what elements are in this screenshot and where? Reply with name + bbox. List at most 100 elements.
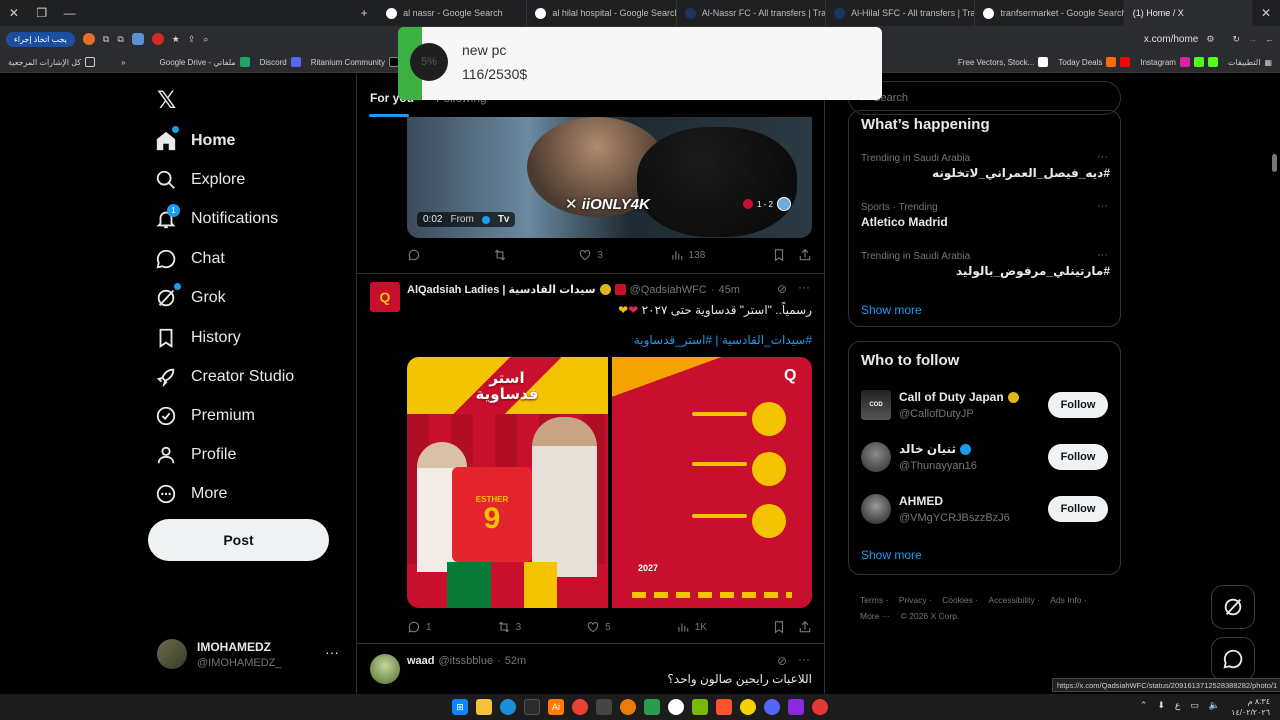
trend-more-icon[interactable]: ··· (1097, 249, 1108, 261)
post-time[interactable]: 52m (505, 655, 526, 667)
bookmark-deals[interactable]: Today Deals (1058, 57, 1131, 67)
app-icon[interactable] (524, 699, 540, 715)
nav-creator-studio[interactable]: Creator Studio (155, 363, 294, 391)
post-avatar[interactable]: Q (370, 282, 400, 312)
post-more-icon[interactable]: ··· (798, 280, 810, 294)
nav-chat[interactable]: Chat (155, 245, 225, 273)
user-avatar[interactable] (861, 442, 891, 472)
share-icon[interactable]: ⇪ (188, 34, 196, 45)
extension-icon[interactable] (151, 33, 164, 45)
bookmark-icon[interactable] (772, 620, 786, 634)
extension-icon[interactable]: ⧉ (117, 34, 123, 45)
nav-explore[interactable]: Explore (155, 166, 245, 194)
follow-button[interactable]: Follow (1048, 444, 1108, 470)
extension-icon[interactable] (131, 33, 144, 45)
tray-volume-icon[interactable]: 🔈 (1209, 700, 1220, 711)
app-icon[interactable] (740, 699, 756, 715)
user-name-row[interactable]: Call of Duty Japan (899, 390, 1019, 404)
bookmark-ritanium[interactable]: Ritanium Community (311, 57, 399, 67)
follow-button[interactable]: Follow (1048, 392, 1108, 418)
account-avatar[interactable] (157, 639, 187, 669)
like-button[interactable]: 3 (578, 248, 603, 262)
address-field[interactable]: x.com/home (1144, 34, 1198, 45)
trend-item[interactable]: Trending in Saudi Arabia #ديه_فيصل_العمر… (861, 153, 1110, 180)
follow-button[interactable]: Follow (1048, 496, 1108, 522)
share-icon[interactable] (798, 620, 812, 634)
trend-item[interactable]: Sports · Trending Atletico Madrid (861, 202, 1110, 229)
tray-language-icon[interactable]: ع (1175, 700, 1180, 711)
video-media[interactable]: ✕ iiONLY4K 0:02 From Tv 1 - 2 (407, 117, 812, 238)
post-author-name[interactable]: waad (407, 655, 435, 667)
app-icon[interactable] (812, 699, 828, 715)
browser-tab[interactable]: al nassr - Google Search (378, 0, 528, 26)
post-author-name[interactable]: AlQadsiah Ladies | سيدات القادسية (407, 283, 596, 296)
post-more-icon[interactable]: ··· (798, 652, 810, 666)
close-tab-icon[interactable]: ✕ (1252, 0, 1280, 26)
reload-icon[interactable]: ↻ (1232, 34, 1240, 45)
trend-more-icon[interactable]: ··· (1097, 200, 1108, 212)
extension-icon[interactable]: ⧉ (103, 34, 109, 45)
tray-network-icon[interactable]: ▭ (1190, 700, 1199, 711)
reply-button[interactable] (407, 248, 426, 262)
tray-app-icon[interactable]: ⬇ (1157, 700, 1165, 711)
footer-link[interactable]: More ··· (860, 611, 890, 621)
share-icon[interactable] (798, 248, 812, 262)
app-icon[interactable] (644, 699, 660, 715)
show-more-link[interactable]: Show more (861, 548, 922, 562)
nav-more[interactable]: More (155, 480, 227, 508)
discord-icon[interactable] (764, 699, 780, 715)
nvidia-icon[interactable] (692, 699, 708, 715)
zoom-icon[interactable]: ⌕ (203, 34, 208, 45)
account-menu-icon[interactable]: ··· (325, 644, 339, 660)
grok-post-icon[interactable]: ⊘ (777, 654, 787, 668)
post-image-left[interactable]: استر قدساوية ESTHER 9 (407, 357, 608, 608)
new-tab-icon[interactable]: + (350, 0, 378, 26)
calculator-icon[interactable] (596, 699, 612, 715)
reply-button[interactable]: 1 (407, 620, 432, 634)
grok-float-button[interactable] (1211, 585, 1255, 629)
bookmark-instagram[interactable]: Instagram (1140, 57, 1218, 67)
nav-premium[interactable]: Premium (155, 402, 255, 430)
browser-tab[interactable]: Al-Nassr FC - All transfers | Tra (677, 0, 827, 26)
footer-link[interactable]: Terms (860, 595, 883, 605)
user-avatar[interactable] (861, 494, 891, 524)
forward-icon[interactable]: → (1248, 34, 1257, 44)
repost-button[interactable]: 3 (497, 620, 521, 634)
footer-link[interactable]: Accessibility (988, 595, 1034, 605)
like-button[interactable]: 5 (586, 620, 611, 634)
chevron-icon[interactable]: » (121, 58, 125, 67)
edge-icon[interactable] (500, 699, 516, 715)
user-name-row[interactable]: ثنيان خالد (899, 442, 971, 456)
tray-chevron-icon[interactable]: ⌃ (1140, 700, 1148, 711)
windows-start-icon[interactable]: ⊞ (452, 699, 468, 715)
bookmark-discord[interactable]: Discord (260, 57, 301, 67)
post-avatar[interactable] (370, 654, 400, 684)
browser-tab[interactable]: Al-Hilal SFC - All transfers | Tra (826, 0, 976, 26)
app-icon[interactable] (788, 699, 804, 715)
post-hashtags[interactable]: #سيدات_القادسية | #استر_قدساوية (407, 333, 812, 347)
bookmark-star-icon[interactable]: ★ (172, 34, 180, 45)
footer-link[interactable]: Cookies (942, 595, 973, 605)
app-icon[interactable] (668, 699, 684, 715)
chat-float-button[interactable] (1211, 637, 1255, 681)
extension-icon[interactable] (82, 33, 95, 45)
post-author-handle[interactable]: @QadsiahWFC (630, 284, 707, 296)
views-button[interactable]: 1K (676, 620, 707, 634)
restore-window-icon[interactable]: ❐ (28, 0, 56, 26)
nav-history[interactable]: History (155, 324, 241, 352)
tune-icon[interactable]: ⚙ (1206, 34, 1214, 45)
trend-item[interactable]: Trending in Saudi Arabia #مارتينلي_مرفوض… (861, 251, 1110, 278)
chrome-icon[interactable] (572, 699, 588, 715)
trend-more-icon[interactable]: ··· (1097, 151, 1108, 163)
brave-icon[interactable] (716, 699, 732, 715)
bookmark-freevectors[interactable]: Free Vectors, Stock... (958, 57, 1049, 67)
minimize-window-icon[interactable]: — (56, 0, 84, 26)
browser-tab[interactable]: al hilal hospital - Google Search (527, 0, 677, 26)
nav-profile[interactable]: Profile (155, 441, 236, 469)
post-author-handle[interactable]: @itssbblue (439, 655, 494, 667)
browser-tab[interactable]: tranfsermarket - Google Search (975, 0, 1125, 26)
page-scrollbar[interactable] (1272, 154, 1277, 172)
grok-post-icon[interactable]: ⊘ (777, 282, 787, 296)
x-logo-icon[interactable]: 𝕏 (157, 86, 176, 115)
bookmark-drive[interactable]: Google Drive - ملفاتي (160, 57, 250, 67)
